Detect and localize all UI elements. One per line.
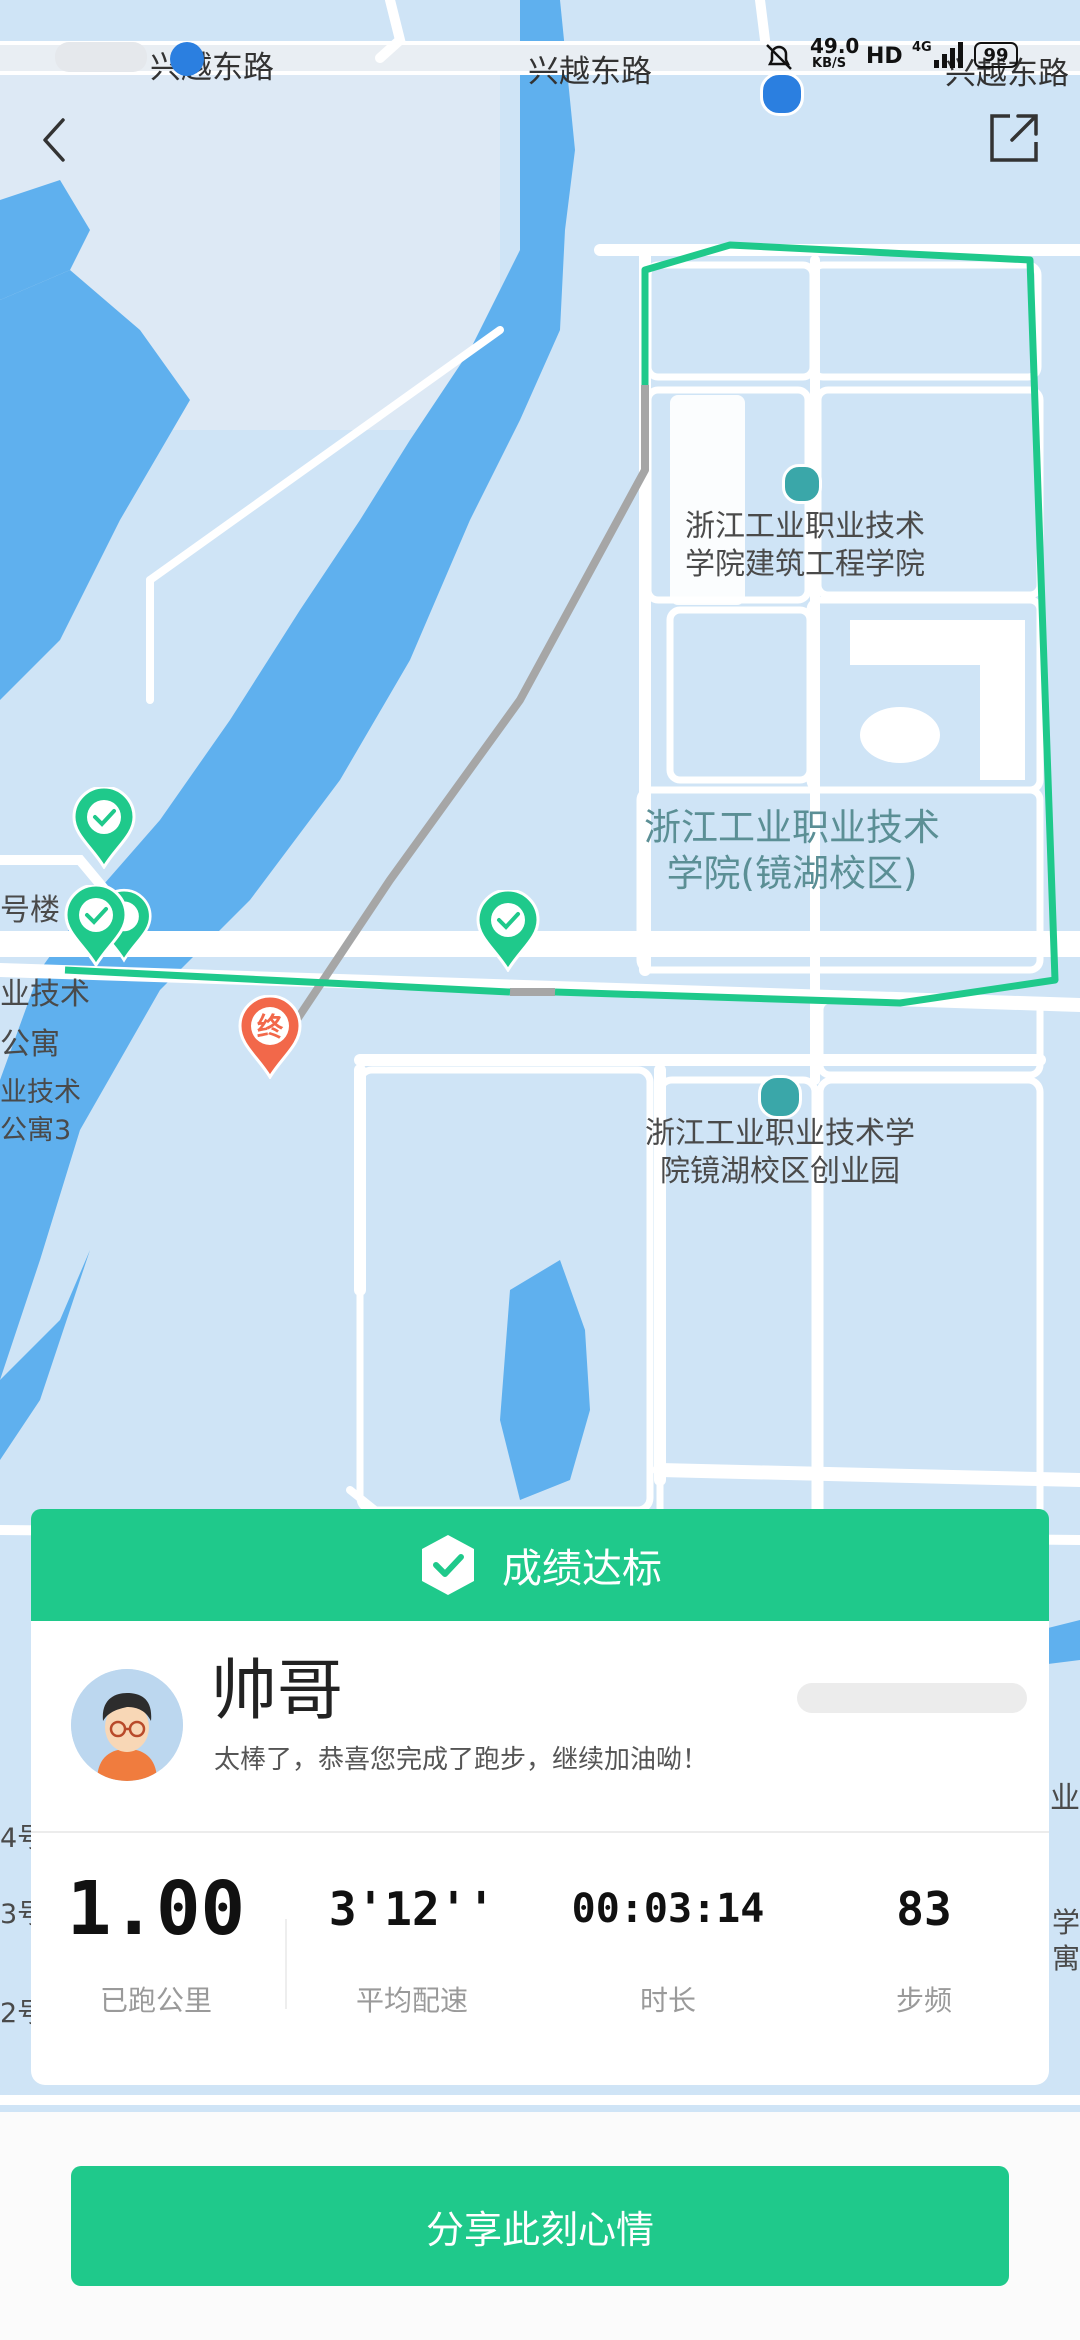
- net-speed-unit: KB/S: [812, 56, 847, 71]
- divider: [31, 1831, 1049, 1833]
- poi-icon: [758, 1075, 802, 1119]
- result-banner: 成绩达标: [31, 1509, 1049, 1621]
- map-edge-label: 公寓3: [0, 1115, 72, 1146]
- stat-label: 已跑公里: [99, 1984, 212, 2017]
- map-edge-label: 公寓: [0, 1027, 60, 1062]
- poi-line: 浙江工业职业技术: [685, 509, 925, 544]
- chevron-left-icon: [43, 118, 65, 162]
- congrats-message: 太棒了，恭喜您完成了跑步，继续加油呦！: [214, 1745, 709, 1775]
- battery-level: 99: [983, 44, 1009, 66]
- map-edge-label: 寓: [1052, 1942, 1080, 1975]
- share-mood-button[interactable]: 分享此刻心情: [71, 2166, 1009, 2286]
- map-edge-label: 学: [1052, 1906, 1080, 1939]
- poi-line: 院镜湖校区创业园: [660, 1154, 900, 1189]
- shield-check-icon: [422, 1535, 474, 1595]
- share-icon: [990, 114, 1038, 162]
- poi-line: 浙江工业职业技术: [644, 806, 940, 849]
- poi-label[interactable]: 浙江工业职业技术 学院建筑工程学院: [672, 508, 938, 584]
- poi-line: 浙江工业职业技术学: [645, 1116, 915, 1151]
- poi-icon: [782, 464, 822, 504]
- app-notification-icon: [170, 42, 204, 76]
- stat-value: 1.00: [66, 1866, 246, 1952]
- end-marker-label: 终: [256, 1013, 283, 1043]
- battery-icon: 99: [974, 42, 1018, 68]
- map-edge-label: 业技术: [0, 1077, 81, 1108]
- map-edge-label: 业技术: [0, 977, 90, 1012]
- poi-line: 学院(镜湖校区): [666, 852, 918, 895]
- net-speed-value: 49.0: [810, 34, 860, 58]
- stat-cadence: 83 步频: [799, 1861, 1049, 2017]
- result-card: 帅哥 太棒了，恭喜您完成了跑步，继续加油呦！ 1.00 已跑公里 3'12'' …: [31, 1621, 1049, 2085]
- signal-icon: [932, 40, 972, 70]
- blurred-info: [797, 1683, 1027, 1713]
- result-banner-title: 成绩达标: [502, 1546, 662, 1592]
- campus-label[interactable]: 浙江工业职业技术 学院(镜湖校区): [632, 805, 952, 897]
- stat-label: 平均配速: [355, 1984, 468, 2017]
- stat-duration: 00:03:14 时长: [543, 1861, 793, 2017]
- poi-label[interactable]: 浙江工业职业技术学 院镜湖校区创业园: [630, 1115, 930, 1191]
- end-pin[interactable]: 终: [238, 995, 302, 1079]
- stat-label: 时长: [639, 1984, 696, 2017]
- share-button-top[interactable]: [974, 98, 1054, 178]
- mute-icon: [762, 40, 796, 74]
- stat-distance: 1.00 已跑公里: [31, 1861, 281, 2017]
- user-name: 帅哥: [211, 1652, 343, 1729]
- stat-value: 00:03:14: [571, 1886, 765, 1932]
- stat-value: 3'12'': [328, 1882, 496, 1936]
- hd-label: HD: [866, 44, 903, 69]
- stat-value: 83: [896, 1882, 952, 1936]
- avatar[interactable]: [71, 1669, 183, 1781]
- map-edge-label: 业: [1050, 1781, 1080, 1816]
- map-edge-label: 号楼: [0, 893, 60, 928]
- stat-label: 步频: [895, 1984, 952, 2017]
- bus-stop-icon: [760, 72, 804, 116]
- blurred-time: [55, 42, 147, 72]
- stat-pace: 3'12'' 平均配速: [287, 1861, 537, 2017]
- poi-line: 学院建筑工程学院: [685, 547, 925, 582]
- network-type: 4G: [912, 40, 932, 55]
- back-button[interactable]: [14, 100, 94, 180]
- status-bar: 49.0 KB/S HD 4G 99: [0, 0, 1080, 116]
